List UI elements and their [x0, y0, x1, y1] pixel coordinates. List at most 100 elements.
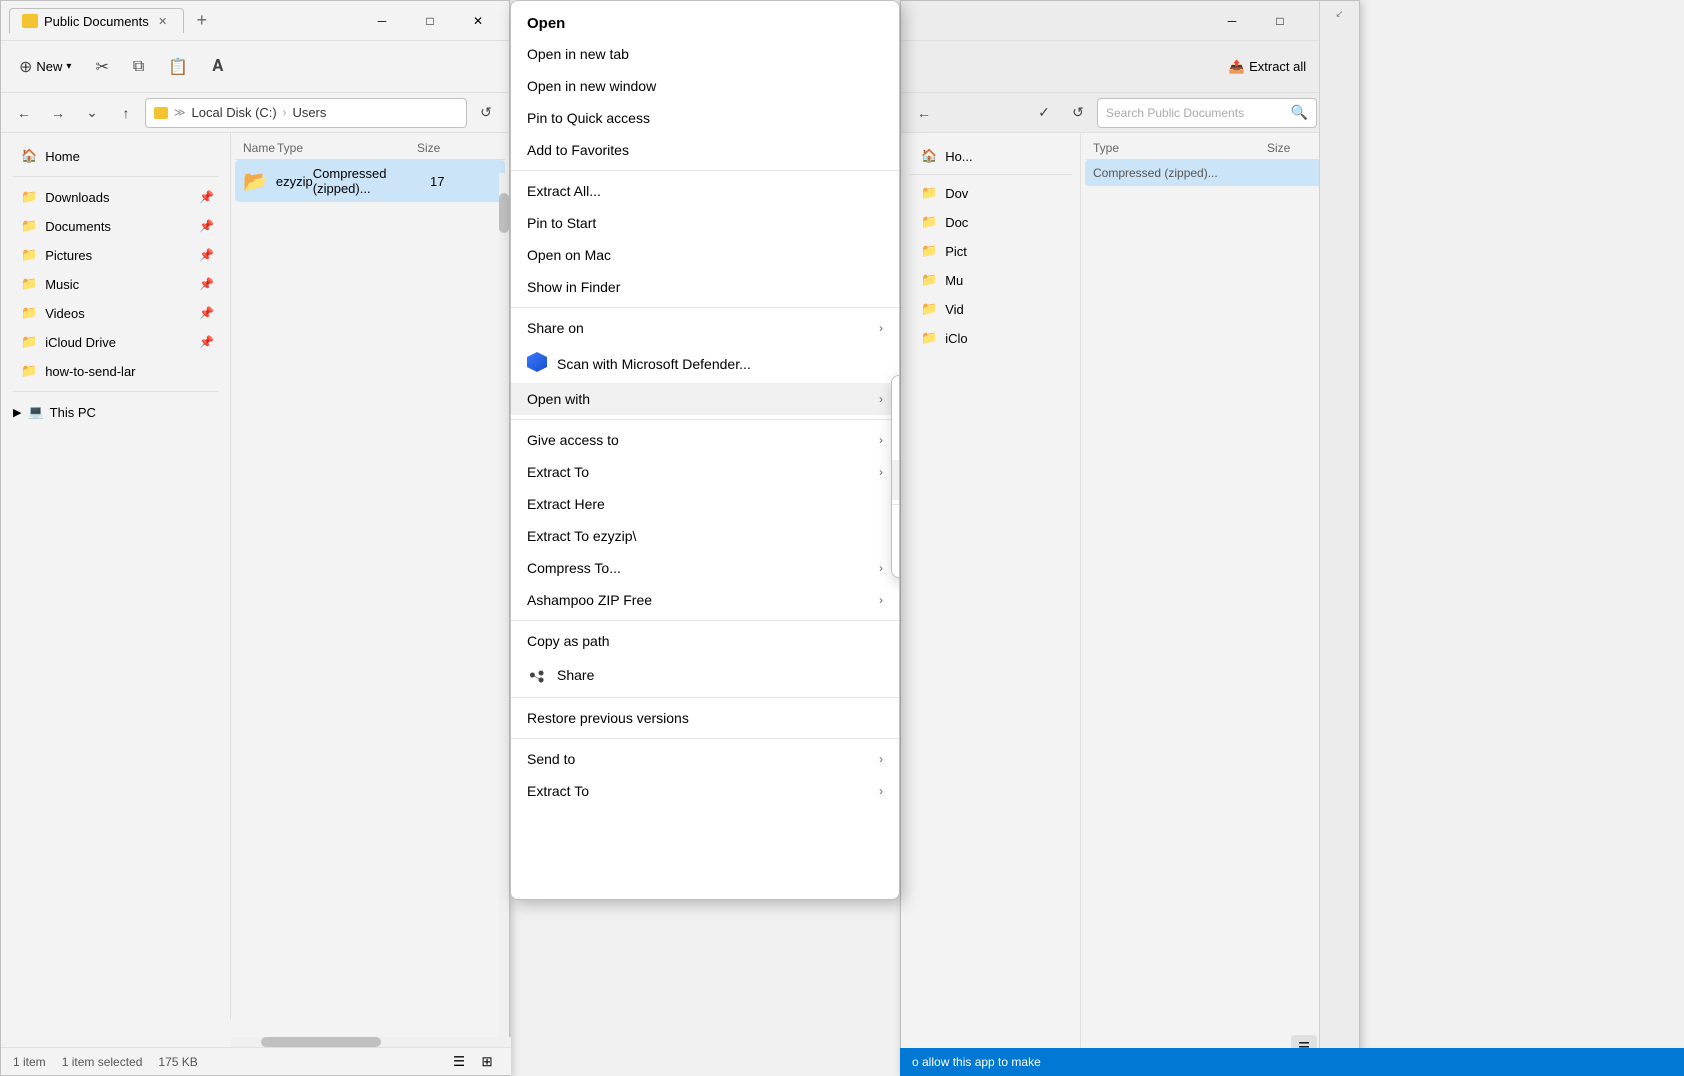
minimize-button[interactable]: ─: [359, 5, 405, 37]
restore-versions-label: Restore previous versions: [527, 710, 689, 726]
add-tab-button[interactable]: +: [188, 7, 216, 35]
context-extract-to-2[interactable]: Extract To ›: [511, 775, 899, 807]
context-extract-to[interactable]: Extract To ›: [511, 456, 899, 488]
expand-button[interactable]: ⌄: [77, 98, 107, 128]
sidebar-this-pc[interactable]: ▶ 💻 This PC: [1, 398, 230, 426]
cut-button[interactable]: ✂: [85, 51, 118, 83]
separator-6: [511, 738, 899, 739]
second-minimize-button[interactable]: ─: [1209, 5, 1255, 37]
path-sep-1: ›: [283, 107, 287, 119]
context-give-access[interactable]: Give access to ›: [511, 424, 899, 456]
submenu-ashampoo-zip[interactable]: 🗜 Ashampoo ZIP: [892, 380, 900, 420]
extract-all-button[interactable]: 📤 Extract all: [1219, 53, 1316, 81]
icloud-icon: 📁: [21, 334, 37, 350]
context-copy-path[interactable]: Copy as path: [511, 625, 899, 657]
column-size[interactable]: Size: [417, 141, 497, 155]
sidebar-item-pictures[interactable]: 📁 Pictures 📌: [5, 241, 226, 269]
separator-2: [511, 307, 899, 308]
second-mu-label: Mu: [945, 273, 963, 288]
submenu-choose-app[interactable]: Choose another app: [892, 541, 900, 573]
sidebar-videos-label: Videos: [45, 306, 85, 321]
context-extract-here[interactable]: Extract Here: [511, 488, 899, 520]
second-file-item[interactable]: Compressed (zipped)... 17: [1085, 160, 1355, 186]
second-sidebar-mu[interactable]: 📁 Mu: [905, 266, 1076, 294]
second-sidebar-vid[interactable]: 📁 Vid: [905, 295, 1076, 323]
tab-public-documents[interactable]: Public Documents ✕: [9, 8, 184, 33]
second-check-btn[interactable]: ✓: [1029, 98, 1059, 128]
second-iclo-icon: 📁: [921, 330, 937, 346]
extract-to-ezyzip-label: Extract To ezyzip\: [527, 528, 636, 544]
context-share-on[interactable]: Share on ›: [511, 312, 899, 344]
refresh-button[interactable]: ↺: [471, 98, 501, 128]
tab-close-button[interactable]: ✕: [155, 13, 171, 29]
tab-label: Public Documents: [44, 14, 149, 29]
defender-icon: [527, 352, 547, 375]
second-back-btn[interactable]: ←: [909, 98, 939, 128]
new-button[interactable]: ⊕ New ▾: [9, 51, 81, 83]
add-favorites-label: Add to Favorites: [527, 142, 629, 158]
submenu-windows-explorer[interactable]: 📁 Windows Explorer: [892, 420, 900, 460]
sidebar-music-label: Music: [45, 277, 79, 292]
sidebar-downloads-label: Downloads: [45, 190, 109, 205]
back-button[interactable]: ←: [9, 98, 39, 128]
maximize-button[interactable]: □: [407, 5, 453, 37]
right-panel-content: ↙: [1320, 1, 1359, 32]
context-pin-start[interactable]: Pin to Start: [511, 207, 899, 239]
context-share[interactable]: Share: [511, 657, 899, 693]
submenu-search-store[interactable]: Search the Microsoft Store: [892, 509, 900, 541]
second-sidebar-doc[interactable]: 📁 Doc: [905, 208, 1076, 236]
context-open-new-window[interactable]: Open in new window: [511, 70, 899, 102]
separator-5: [511, 697, 899, 698]
sidebar-item-documents[interactable]: 📁 Documents 📌: [5, 212, 226, 240]
submenu-winzip[interactable]: 🗃 WinZip: [892, 460, 900, 500]
toolbar: ⊕ New ▾ ✂ ⧉ 📋 𝐀: [1, 41, 509, 93]
sidebar-item-home[interactable]: 🏠 Home: [5, 142, 226, 170]
sidebar-item-howto[interactable]: 📁 how-to-send-lar: [5, 357, 226, 385]
sidebar-item-music[interactable]: 📁 Music 📌: [5, 270, 226, 298]
zip-folder-icon: 📂: [243, 169, 268, 194]
grid-view-button[interactable]: ⊞: [475, 1050, 499, 1074]
sidebar-item-downloads[interactable]: 📁 Downloads 📌: [5, 183, 226, 211]
expand-icon: ▶: [13, 406, 21, 419]
context-ashampoo-free[interactable]: Ashampoo ZIP Free ›: [511, 584, 899, 616]
paste-button[interactable]: 📋: [158, 51, 198, 83]
context-open-new-tab[interactable]: Open in new tab: [511, 38, 899, 70]
copy-button[interactable]: ⧉: [123, 52, 154, 82]
context-show-finder[interactable]: Show in Finder: [511, 271, 899, 303]
close-button[interactable]: ✕: [455, 5, 501, 37]
context-send-to[interactable]: Send to ›: [511, 743, 899, 775]
window-controls: ─ □ ✕: [359, 5, 501, 37]
context-pin-quick-access[interactable]: Pin to Quick access: [511, 102, 899, 134]
address-input[interactable]: ≫ Local Disk (C:) › Users: [145, 98, 467, 128]
rename-button[interactable]: 𝐀: [202, 52, 233, 82]
horizontal-scrollbar-track[interactable]: [231, 1037, 511, 1047]
context-scan-defender[interactable]: Scan with Microsoft Defender...: [511, 344, 899, 383]
notification-text: o allow this app to make: [912, 1055, 1041, 1069]
copy-icon: ⧉: [133, 58, 144, 76]
column-name[interactable]: Name: [243, 141, 277, 155]
context-compress-to[interactable]: Compress To... ›: [511, 552, 899, 584]
sidebar-item-videos[interactable]: 📁 Videos 📌: [5, 299, 226, 327]
context-add-favorites[interactable]: Add to Favorites: [511, 134, 899, 166]
horizontal-scrollbar-thumb[interactable]: [261, 1037, 381, 1047]
extract-all-label: Extract all: [1249, 59, 1306, 74]
up-button[interactable]: ↑: [111, 98, 141, 128]
context-restore-versions[interactable]: Restore previous versions: [511, 702, 899, 734]
file-item-ezyzip[interactable]: 📂 ezyzip Compressed (zipped)... 17: [235, 160, 505, 202]
second-sidebar-iclo[interactable]: 📁 iClo: [905, 324, 1076, 352]
second-sidebar-dov[interactable]: 📁 Dov: [905, 179, 1076, 207]
second-sidebar-home[interactable]: 🏠 Ho...: [905, 142, 1076, 170]
column-type[interactable]: Type: [277, 141, 417, 155]
second-sidebar-pict[interactable]: 📁 Pict: [905, 237, 1076, 265]
list-view-button[interactable]: ☰: [447, 1050, 471, 1074]
context-extract-all[interactable]: Extract All...: [511, 175, 899, 207]
context-open-mac[interactable]: Open on Mac: [511, 239, 899, 271]
sidebar-item-icloud[interactable]: 📁 iCloud Drive 📌: [5, 328, 226, 356]
context-open-with[interactable]: Open with › 🗜 Ashampoo ZIP 📁 Windows Exp…: [511, 383, 899, 415]
file-type-ezyzip: Compressed (zipped)...: [313, 166, 430, 196]
forward-button[interactable]: →: [43, 98, 73, 128]
second-maximize-button[interactable]: □: [1257, 5, 1303, 37]
second-refresh-btn[interactable]: ↺: [1063, 98, 1093, 128]
context-extract-to-ezyzip[interactable]: Extract To ezyzip\: [511, 520, 899, 552]
search-box[interactable]: Search Public Documents 🔍: [1097, 98, 1317, 128]
